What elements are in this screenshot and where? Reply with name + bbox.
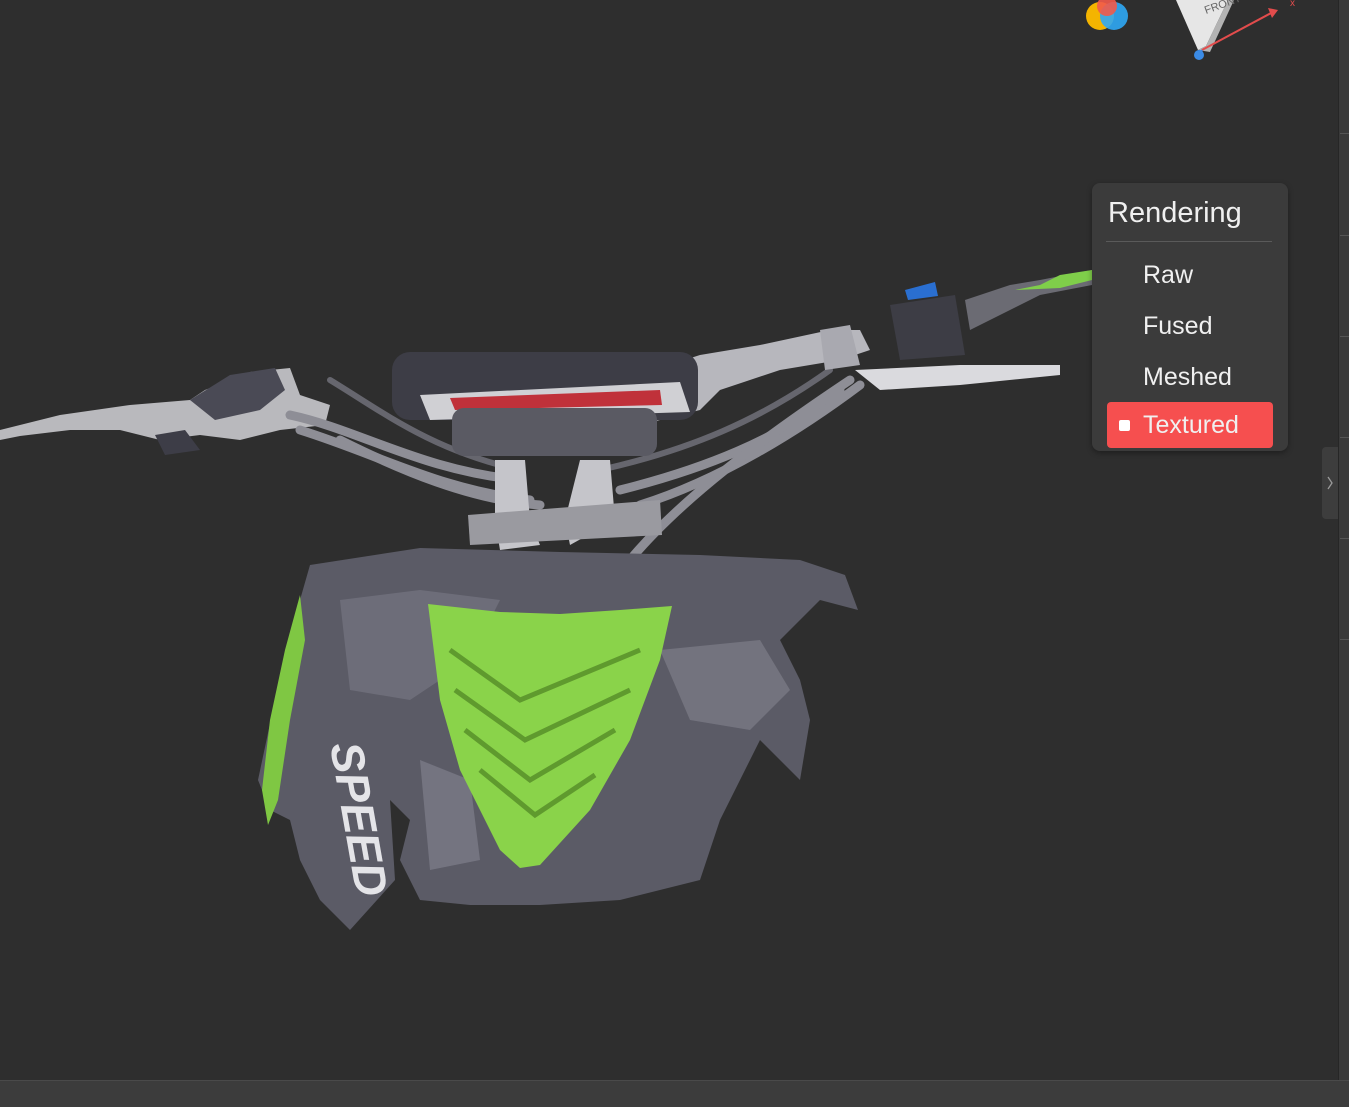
rendering-option-meshed[interactable]: Meshed: [1107, 354, 1273, 400]
rendering-panel-title: Rendering: [1108, 197, 1242, 229]
rendering-panel: Rendering Raw Fused Meshed Textured: [1092, 183, 1288, 451]
gizmo-axis-x-label: x: [1290, 0, 1295, 9]
rail-separator: [1340, 133, 1349, 134]
scanned-model: SPEED: [0, 270, 1092, 930]
rail-separator: [1340, 336, 1349, 337]
chevron-right-icon: [1327, 476, 1333, 490]
3d-viewport[interactable]: SPEED FRONT x Rendering Raw Fused Meshed…: [0, 0, 1338, 1080]
panel-collapse-button[interactable]: [1322, 447, 1338, 519]
bottom-status-bar: [0, 1080, 1349, 1107]
app-logo-icon: [1086, 0, 1128, 30]
rendering-option-textured[interactable]: Textured: [1107, 402, 1273, 448]
rail-separator: [1340, 437, 1349, 438]
orientation-cube-icon[interactable]: FRONT x: [1168, 0, 1313, 64]
rail-separator: [1340, 639, 1349, 640]
option-label: Raw: [1143, 261, 1194, 289]
option-label: Meshed: [1143, 363, 1232, 391]
selected-indicator-icon: [1119, 420, 1130, 431]
rail-separator: [1340, 235, 1349, 236]
right-side-rail: [1338, 0, 1349, 1080]
option-label: Fused: [1143, 312, 1213, 340]
panel-divider: [1106, 241, 1272, 242]
option-label: Textured: [1143, 411, 1239, 439]
rail-separator: [1340, 538, 1349, 539]
rendering-option-fused[interactable]: Fused: [1107, 303, 1273, 349]
rendering-option-raw[interactable]: Raw: [1107, 252, 1273, 298]
